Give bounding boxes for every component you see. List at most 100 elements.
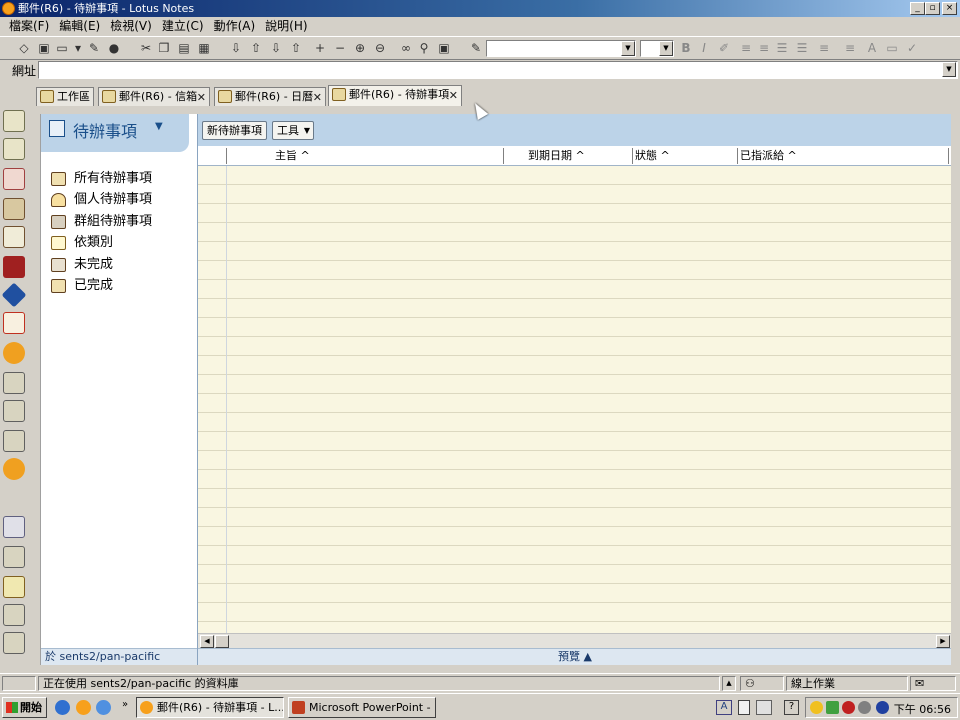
indent-icon[interactable]: ≡ [842, 41, 858, 56]
nav-item-group-todos[interactable]: 群組待辦事項 [51, 212, 152, 232]
column-status[interactable]: 狀態 ^ [635, 149, 670, 163]
column-assigned-to[interactable]: 已指派給 ^ [740, 149, 797, 163]
outlook-quicklaunch-icon[interactable] [96, 700, 111, 715]
tray-app-icon[interactable] [858, 701, 871, 714]
paste-special-icon[interactable]: ▦ [196, 41, 212, 56]
close-tab-icon[interactable]: ✕ [313, 89, 322, 106]
align-left-icon[interactable]: ≡ [738, 41, 754, 56]
close-tab-icon[interactable]: ✕ [197, 89, 206, 106]
home-icon[interactable]: ◇ [16, 41, 32, 56]
chevron-down-icon[interactable]: ▼ [942, 62, 956, 77]
bullet-list-icon[interactable]: ☰ [774, 41, 790, 56]
nav-item-personal-todos[interactable]: 個人待辦事項 [51, 190, 152, 210]
minimize-button[interactable]: _ [910, 2, 925, 15]
sort-ascending-icon[interactable]: ^ [301, 149, 310, 162]
document-list[interactable] [198, 166, 952, 633]
prev-unread-icon[interactable]: ⇧ [288, 41, 304, 56]
database-bookmark-icon[interactable] [3, 604, 25, 626]
open-folder-icon[interactable]: ▭ [54, 41, 70, 56]
grid-bookmark-icon[interactable] [3, 516, 25, 538]
alignment-icon[interactable]: ≡ [816, 41, 832, 56]
diamond-bookmark-icon[interactable] [1, 282, 27, 308]
next-unread-icon[interactable]: ⇩ [268, 41, 284, 56]
task-lotus-notes[interactable]: 郵件(R6) - 待辦事項 - L... [136, 697, 284, 718]
menu-help[interactable]: 說明(H) [260, 17, 312, 36]
chevron-right-icon[interactable]: » [122, 699, 128, 710]
collapse-icon[interactable]: − [332, 41, 348, 56]
database-bookmark-icon[interactable] [3, 632, 25, 654]
tray-app-icon[interactable] [876, 701, 889, 714]
restore-button[interactable]: ▫ [925, 2, 940, 15]
chevron-up-icon[interactable]: ▲ [722, 676, 736, 691]
chevron-down-icon[interactable]: ▼ [621, 41, 635, 56]
ime-icon[interactable] [738, 700, 750, 715]
sort-ascending-icon[interactable]: ^ [661, 149, 670, 162]
chevron-down-icon[interactable]: ▼ [659, 41, 673, 56]
menu-file[interactable]: 檔案(F) [4, 17, 54, 36]
horizontal-scrollbar[interactable]: ◀ ▶ [198, 633, 952, 648]
replicator-bookmark-icon[interactable] [3, 138, 25, 160]
search-icon[interactable]: ⚲ [416, 41, 432, 56]
cut-icon[interactable]: ✂ [138, 41, 154, 56]
frame-icon[interactable]: ▭ [884, 41, 900, 56]
copy-icon[interactable]: ❐ [156, 41, 172, 56]
address-input[interactable] [38, 61, 958, 79]
scroll-right-icon[interactable]: ▶ [936, 635, 950, 648]
bold-icon[interactable]: B [678, 41, 694, 56]
tray-app-icon[interactable] [826, 701, 839, 714]
todo-bookmark-icon[interactable] [3, 226, 25, 248]
binoculars-icon[interactable]: ∞ [398, 41, 414, 56]
inbox-status-icon[interactable]: ✉ [910, 676, 956, 691]
menu-actions[interactable]: 動作(A) [209, 17, 261, 36]
navigator-header[interactable]: 待辦事項 ▼ [41, 114, 189, 152]
ie-quicklaunch-icon[interactable] [55, 700, 70, 715]
spellcheck-icon[interactable]: ✓ [904, 41, 920, 56]
font-name-combo[interactable]: ▼ [486, 40, 636, 57]
tab-mail-inbox[interactable]: 郵件(R6) - 信箱 ✕ [98, 87, 210, 106]
location-status[interactable]: 線上作業 [786, 676, 908, 691]
arrow-up-icon[interactable]: ⇧ [248, 41, 264, 56]
news-bookmark-icon[interactable] [3, 312, 25, 334]
scroll-left-icon[interactable]: ◀ [200, 635, 214, 648]
tray-app-icon[interactable] [810, 701, 823, 714]
language-icon[interactable]: A [716, 700, 732, 715]
nav-item-by-category[interactable]: 依類別 [51, 233, 113, 253]
tray-app-icon[interactable] [842, 701, 855, 714]
form-icon[interactable]: ▣ [436, 41, 452, 56]
menu-edit[interactable]: 編輯(E) [54, 17, 105, 36]
clock[interactable]: 下午 06:56 [894, 701, 951, 717]
tab-workspace[interactable]: 工作區 [36, 87, 94, 106]
task-powerpoint[interactable]: Microsoft PowerPoint - [L... [288, 697, 436, 718]
tools-button[interactable]: 工具 ▼ [272, 121, 314, 140]
mail-bookmark-icon[interactable] [3, 110, 25, 132]
sort-ascending-icon[interactable]: ^ [576, 149, 585, 162]
app-bookmark-icon[interactable] [3, 256, 25, 278]
database-bookmark-icon[interactable] [3, 546, 25, 568]
italic-icon[interactable]: I [696, 41, 712, 56]
number-list-icon[interactable]: ☰ [794, 41, 810, 56]
start-button[interactable]: 開始 [2, 697, 47, 718]
close-tab-icon[interactable]: ✕ [449, 87, 458, 104]
arrow-down-icon[interactable]: ⇩ [228, 41, 244, 56]
nav-item-complete[interactable]: 已完成 [51, 276, 113, 296]
globe-icon[interactable]: ● [106, 41, 122, 56]
help-icon[interactable]: ? [784, 700, 799, 715]
database-bookmark-icon[interactable] [3, 430, 25, 452]
preview-pane-toggle[interactable]: 預覽 ▲ [198, 648, 952, 665]
web-bookmark-icon[interactable] [3, 458, 25, 480]
menu-view[interactable]: 檢視(V) [105, 17, 157, 36]
expand-all-icon[interactable]: ⊕ [352, 41, 368, 56]
envelope-bookmark-icon[interactable] [3, 576, 25, 598]
notes-quicklaunch-icon[interactable] [76, 700, 91, 715]
keyboard-icon[interactable] [756, 700, 772, 715]
web-bookmark-icon[interactable] [3, 342, 25, 364]
sort-ascending-icon[interactable]: ^ [788, 149, 797, 162]
database-bookmark-icon[interactable] [3, 400, 25, 422]
edit-icon[interactable]: ✎ [86, 41, 102, 56]
binoculars-status-icon[interactable]: ⚇ [740, 676, 784, 691]
column-due-date[interactable]: 到期日期 ^ [528, 149, 585, 163]
align-center-icon[interactable]: ≡ [756, 41, 772, 56]
text-properties-icon[interactable]: A [864, 41, 880, 56]
font-size-combo[interactable]: ▼ [640, 40, 674, 57]
column-subject[interactable]: 主旨 ^ [275, 149, 310, 163]
